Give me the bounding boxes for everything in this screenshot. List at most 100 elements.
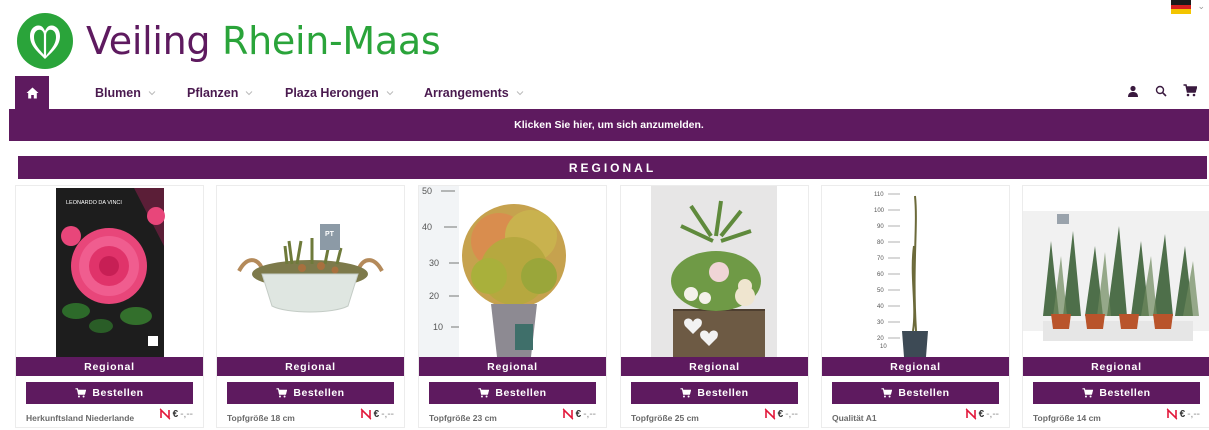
no-price-icon [562,408,574,420]
price-value: -,-- [180,408,193,420]
nav-item-pflanzen[interactable]: Pflanzen [187,86,254,100]
product-info: Topfgröße 14 cm [1033,413,1101,423]
product-tag: Regional [621,357,808,376]
product-tag: Regional [16,357,203,376]
cart-icon [881,388,893,398]
ruler-label: 50 [422,186,432,196]
price-currency: € [172,408,179,420]
ruler-label: 20 [429,291,439,301]
nav-item-arrangements[interactable]: Arrangements [424,86,525,100]
product-image[interactable]: 50 40 30 20 10 [419,186,606,357]
cart-icon[interactable] [1183,84,1197,97]
no-price-icon [360,408,372,420]
language-flag-de-icon[interactable] [1171,0,1191,14]
price-currency: € [777,408,784,420]
cart-icon [75,388,87,398]
order-button-label: Bestellen [1099,387,1151,399]
section-title: REGIONAL [18,156,1207,179]
ruler-label: 40 [422,222,432,232]
order-button-label: Bestellen [92,387,144,399]
ruler-label: 70 [877,256,884,262]
product-price: € -,-- [159,408,193,420]
ruler-label: 10 [880,344,887,350]
nav-icons [1127,84,1197,97]
product-card[interactable]: Regional Bestellen Topfgröße 25 cm € -,-… [620,185,809,428]
order-button[interactable]: Bestellen [832,382,999,404]
order-button[interactable]: Bestellen [631,382,798,404]
nav-item-label: Blumen [95,86,141,100]
ruler-label: 40 [877,304,884,310]
ruler-label: 60 [877,272,884,278]
ruler-label: 90 [877,224,884,230]
cart-icon [478,388,490,398]
user-icon[interactable] [1127,85,1139,97]
product-price: € -,-- [764,408,798,420]
no-price-icon [1166,408,1178,420]
ruler-label: 30 [877,320,884,326]
ruler-label: 30 [429,258,439,268]
product-price: € -,-- [965,408,999,420]
chevron-down-icon [246,91,253,96]
order-button[interactable]: Bestellen [1033,382,1200,404]
product-card[interactable]: 110 100 90 80 70 60 50 40 30 20 10 Regio… [821,185,1010,428]
chevron-down-icon [516,91,524,96]
ruler-label: 10 [433,322,443,332]
order-button-label: Bestellen [495,387,547,399]
product-info: Herkunftsland Niederlande [26,413,135,423]
cart-icon [680,388,692,398]
product-image[interactable] [1023,186,1209,357]
product-price: € -,-- [360,408,394,420]
logo-mark-icon [17,13,73,69]
nav-item-plaza-herongen[interactable]: Plaza Herongen [285,86,395,100]
product-list: LEONARDO DA VINCI Regional Bestellen Her… [0,185,1209,430]
price-value: -,-- [381,408,394,420]
product-card[interactable]: PT Regional Bestellen Topfgröße 18 cm € … [216,185,405,428]
no-price-icon [764,408,776,420]
product-info: Topfgröße 23 cm [429,413,497,423]
cart-icon [1082,388,1094,398]
order-button[interactable]: Bestellen [26,382,193,404]
chevron-down-icon [386,91,394,96]
brand-word-2: Rhein-Maas [221,19,441,63]
product-image[interactable]: LEONARDO DA VINCI [16,186,203,357]
order-button-label: Bestellen [293,387,345,399]
product-info: Topfgröße 25 cm [631,413,699,423]
ruler-label: 100 [874,208,885,214]
order-button-label: Bestellen [898,387,950,399]
search-icon[interactable] [1155,85,1167,97]
product-image[interactable]: 110 100 90 80 70 60 50 40 30 20 10 [822,186,1009,357]
chevron-down-icon [148,91,156,96]
ruler-label: 110 [874,192,884,198]
product-info: Topfgröße 18 cm [227,413,295,423]
login-banner[interactable]: Klicken Sie hier, um sich anzumelden. [9,109,1209,141]
no-price-icon [159,408,171,420]
ruler-label: 20 [877,336,884,342]
home-button[interactable] [15,76,49,109]
brand-name: Veiling Rhein-Maas [86,19,441,63]
product-image[interactable] [621,186,808,357]
price-value: -,-- [583,408,596,420]
product-card[interactable]: 50 40 30 20 10 Regional Bestellen Topfgr… [418,185,607,428]
language-chevron-down-icon[interactable]: ⌄ [1197,2,1205,12]
order-button-label: Bestellen [697,387,749,399]
brand-word-1: Veiling [86,19,211,63]
price-currency: € [373,408,380,420]
product-tag: Regional [419,357,606,376]
price-currency: € [575,408,582,420]
nav-item-label: Arrangements [424,86,509,100]
product-image[interactable]: PT [217,186,404,357]
price-value: -,-- [986,408,999,420]
ruler-label: 80 [877,240,884,246]
product-card[interactable]: Regional Bestellen Topfgröße 14 cm € -,-… [1022,185,1209,428]
label-text: LEONARDO DA VINCI [66,200,122,206]
nav-item-label: Plaza Herongen [285,86,379,100]
brand-logo[interactable]: Veiling Rhein-Maas [16,12,441,70]
home-icon [26,87,38,98]
order-button[interactable]: Bestellen [227,382,394,404]
nav-item-blumen[interactable]: Blumen [95,86,157,100]
price-value: -,-- [1187,408,1200,420]
product-card[interactable]: LEONARDO DA VINCI Regional Bestellen Her… [15,185,204,428]
order-button[interactable]: Bestellen [429,382,596,404]
price-value: -,-- [785,408,798,420]
cart-icon [276,388,288,398]
